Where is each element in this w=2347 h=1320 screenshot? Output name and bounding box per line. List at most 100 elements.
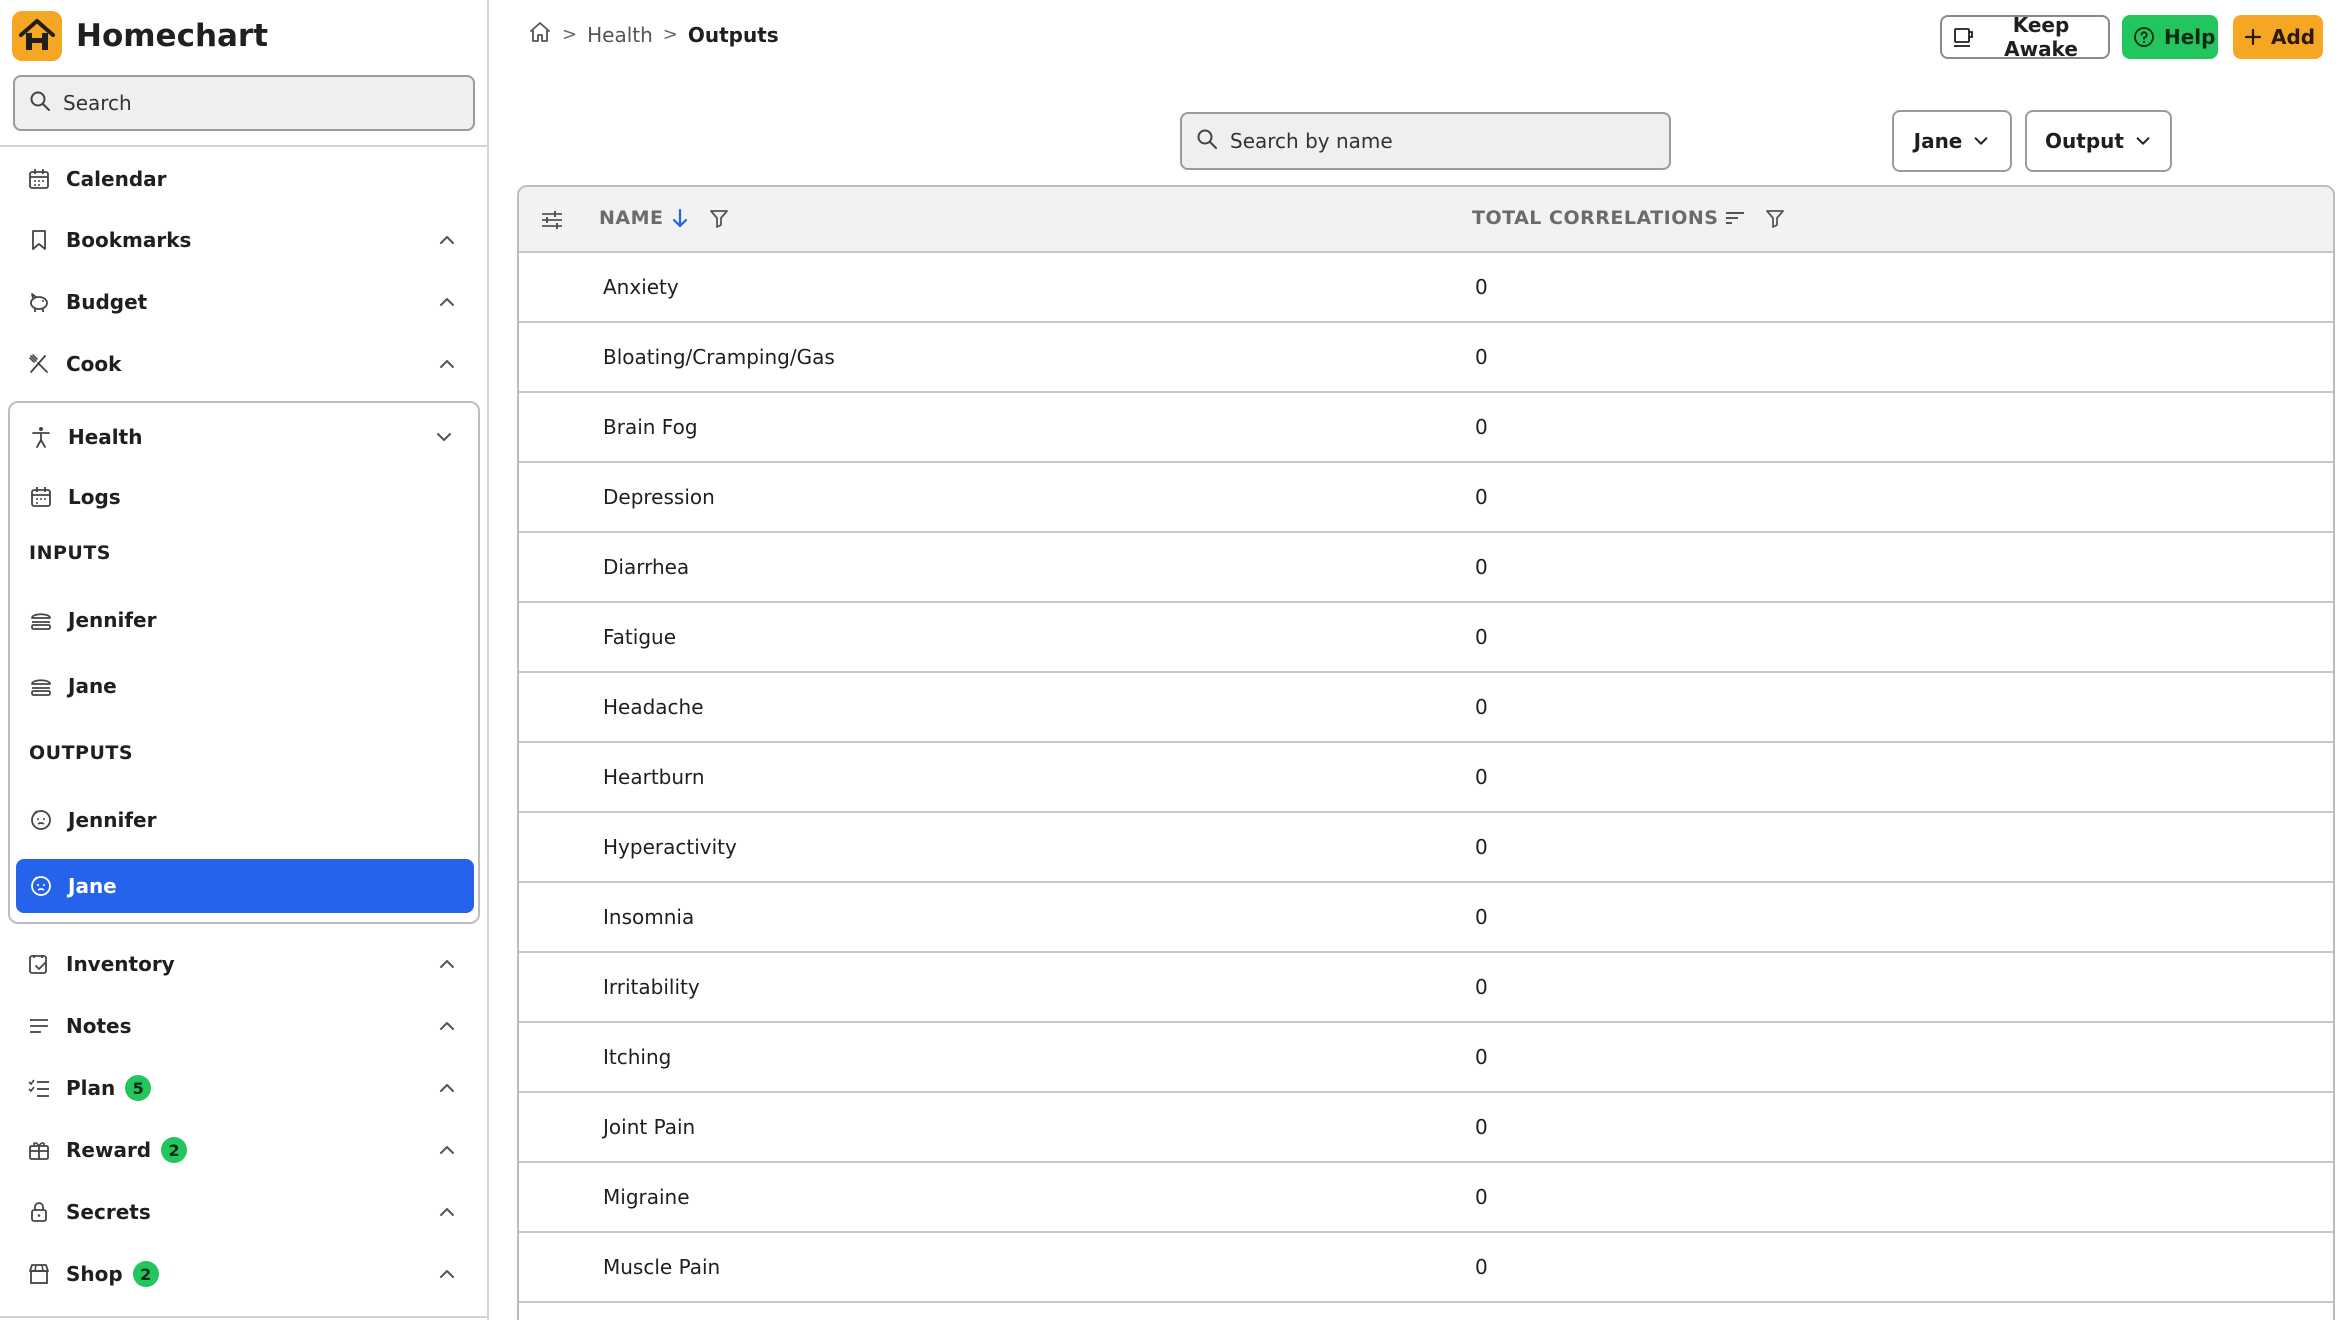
sidebar-item-health[interactable]: Health xyxy=(10,409,478,465)
sidebar-item-output-jennifer[interactable]: Jennifer xyxy=(10,792,478,848)
sidebar: Homechart Calendar Bookmarks Budget xyxy=(0,0,489,1320)
table-row[interactable]: Itching 0 xyxy=(519,1023,2333,1093)
sidebar-item-inventory[interactable]: Inventory xyxy=(0,933,487,995)
table-row[interactable]: Anxiety 0 xyxy=(519,253,2333,323)
sidebar-item-label: Secrets xyxy=(66,1200,151,1224)
sidebar-item-plan[interactable]: Plan 5 xyxy=(0,1057,487,1119)
help-label: Help xyxy=(2164,25,2216,49)
sidebar-item-bookmarks[interactable]: Bookmarks xyxy=(0,209,487,271)
plus-icon xyxy=(2243,27,2263,47)
person-icon xyxy=(28,424,54,450)
chevron-up-icon[interactable] xyxy=(437,292,457,312)
table-row[interactable]: Irritability 0 xyxy=(519,953,2333,1023)
sidebar-item-logs[interactable]: Logs xyxy=(10,469,478,525)
row-name[interactable]: Hyperactivity xyxy=(603,835,737,859)
home-icon[interactable] xyxy=(528,20,552,49)
sidebar-item-label: Reward xyxy=(66,1138,152,1162)
sidebar-item-reward[interactable]: Reward 2 xyxy=(0,1119,487,1181)
checklist-icon xyxy=(26,1075,52,1101)
column-header-name[interactable]: NAME xyxy=(599,207,730,229)
breadcrumb: > Health > Outputs xyxy=(528,20,779,49)
table-row[interactable]: Headache 0 xyxy=(519,673,2333,743)
name-search-input[interactable] xyxy=(1230,129,1650,153)
chevron-up-icon[interactable] xyxy=(437,1140,457,1160)
row-name[interactable]: Insomnia xyxy=(603,905,694,929)
chevron-up-icon[interactable] xyxy=(437,1016,457,1036)
row-name[interactable]: Depression xyxy=(603,485,715,509)
sidebar-divider xyxy=(0,1316,489,1318)
row-name[interactable]: Migraine xyxy=(603,1185,690,1209)
help-circle-icon xyxy=(2132,25,2156,49)
name-search[interactable] xyxy=(1180,112,1671,170)
table-row[interactable]: Hyperactivity 0 xyxy=(519,813,2333,883)
person-select[interactable]: Jane xyxy=(1892,110,2012,172)
sidebar-item-label: Bookmarks xyxy=(66,228,192,252)
table-row[interactable]: Heartburn 0 xyxy=(519,743,2333,813)
sidebar-item-label: Health xyxy=(68,425,143,449)
sidebar-item-label: Jennifer xyxy=(68,608,157,632)
sort-arrow-down-icon[interactable] xyxy=(670,207,690,229)
row-name[interactable]: Muscle Pain xyxy=(603,1255,720,1279)
sidebar-item-shop[interactable]: Shop 2 xyxy=(0,1243,487,1305)
sidebar-item-secrets[interactable]: Secrets xyxy=(0,1181,487,1243)
row-name[interactable]: Diarrhea xyxy=(603,555,689,579)
table-row[interactable]: Joint Pain 0 xyxy=(519,1093,2333,1163)
sidebar-item-notes[interactable]: Notes xyxy=(0,995,487,1057)
table-row[interactable]: Muscle Pain 0 xyxy=(519,1233,2333,1303)
row-name[interactable]: Brain Fog xyxy=(603,415,698,439)
add-button[interactable]: Add xyxy=(2233,15,2323,59)
row-name[interactable]: Itching xyxy=(603,1045,671,1069)
keep-awake-button[interactable]: Keep Awake xyxy=(1940,13,2110,61)
sort-icon[interactable] xyxy=(1724,207,1746,229)
table-row[interactable]: Migraine 0 xyxy=(519,1163,2333,1233)
row-name[interactable]: Joint Pain xyxy=(603,1115,695,1139)
table-row[interactable]: Bloating/Cramping/Gas 0 xyxy=(519,323,2333,393)
chevron-up-icon[interactable] xyxy=(437,230,457,250)
table-row[interactable]: Insomnia 0 xyxy=(519,883,2333,953)
column-header-total-correlations[interactable]: TOTAL CORRELATIONS xyxy=(1472,207,1786,229)
sidebar-item-calendar[interactable]: Calendar xyxy=(0,148,487,210)
row-name[interactable]: Headache xyxy=(603,695,704,719)
filter-icon[interactable] xyxy=(708,207,730,229)
chevron-up-icon[interactable] xyxy=(437,354,457,374)
row-name[interactable]: Bloating/Cramping/Gas xyxy=(603,345,835,369)
chevron-down-icon[interactable] xyxy=(434,427,454,447)
lock-icon xyxy=(26,1199,52,1225)
sidebar-item-cook[interactable]: Cook xyxy=(0,333,487,395)
breadcrumb-health[interactable]: Health xyxy=(587,23,653,47)
sidebar-search[interactable] xyxy=(13,75,475,131)
table-row[interactable]: Diarrhea 0 xyxy=(519,533,2333,603)
shop-count-badge: 2 xyxy=(132,1261,159,1287)
help-button[interactable]: Help xyxy=(2122,15,2218,59)
notes-icon xyxy=(26,1013,52,1039)
row-name[interactable]: Heartburn xyxy=(603,765,705,789)
table-row[interactable]: Brain Fog 0 xyxy=(519,393,2333,463)
brand[interactable]: Homechart xyxy=(12,10,268,62)
row-name[interactable]: Fatigue xyxy=(603,625,676,649)
chevron-up-icon[interactable] xyxy=(437,954,457,974)
breadcrumb-current: Outputs xyxy=(687,22,779,47)
filter-icon[interactable] xyxy=(1764,207,1786,229)
piggy-bank-icon xyxy=(26,289,52,315)
type-select[interactable]: Output xyxy=(2025,110,2172,172)
sidebar-item-label: Plan xyxy=(66,1076,116,1100)
sidebar-item-input-jane[interactable]: Jane xyxy=(10,658,478,714)
store-icon xyxy=(26,1261,52,1287)
plan-count-badge: 5 xyxy=(125,1075,152,1101)
chevron-up-icon[interactable] xyxy=(437,1202,457,1222)
sidebar-item-output-jane[interactable]: Jane xyxy=(16,859,474,913)
sidebar-divider xyxy=(0,145,489,147)
row-total-correlations: 0 xyxy=(1475,765,1488,789)
sidebar-item-input-jennifer[interactable]: Jennifer xyxy=(10,592,478,648)
table-row[interactable]: Fatigue 0 xyxy=(519,603,2333,673)
chevron-up-icon[interactable] xyxy=(437,1264,457,1284)
chevron-right-icon: > xyxy=(662,24,678,45)
sidebar-item-budget[interactable]: Budget xyxy=(0,271,487,333)
column-settings-icon[interactable] xyxy=(539,207,565,233)
row-name[interactable]: Anxiety xyxy=(603,275,679,299)
table-row[interactable]: Depression 0 xyxy=(519,463,2333,533)
sidebar-search-input[interactable] xyxy=(63,91,443,115)
row-name[interactable]: Irritability xyxy=(603,975,700,999)
chevron-up-icon[interactable] xyxy=(437,1078,457,1098)
sidebar-item-label: Logs xyxy=(68,485,121,509)
